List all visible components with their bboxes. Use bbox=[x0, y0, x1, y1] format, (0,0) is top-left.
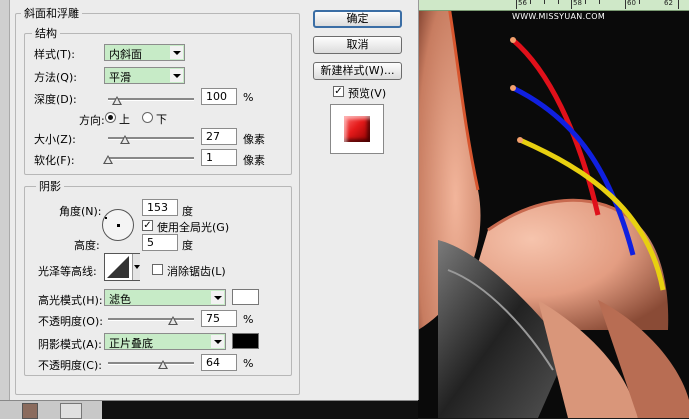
new-style-button[interactable]: 新建样式(W)... bbox=[313, 62, 402, 80]
altitude-unit: 度 bbox=[182, 239, 193, 252]
altitude-input[interactable]: 5 bbox=[142, 234, 178, 251]
style-preview-box bbox=[330, 104, 384, 154]
highlight-color-swatch[interactable] bbox=[232, 289, 259, 305]
watermark: WWW.MISSYUAN.COM bbox=[512, 12, 606, 21]
shadow-opacity-slider-thumb[interactable] bbox=[158, 360, 169, 369]
gloss-contour-label: 光泽等高线: bbox=[38, 265, 97, 278]
angle-label: 角度(N): bbox=[59, 205, 102, 218]
size-unit: 像素 bbox=[243, 133, 265, 146]
depth-label: 深度(D): bbox=[34, 93, 77, 106]
style-dropdown[interactable]: 内斜面 bbox=[104, 44, 185, 61]
ruler-label: 56 bbox=[518, 0, 527, 7]
shadow-color-swatch[interactable] bbox=[232, 333, 259, 349]
global-light-label: 使用全局光(G) bbox=[157, 221, 230, 234]
direction-up-label: 上 bbox=[119, 113, 130, 126]
highlight-opacity-slider-thumb[interactable] bbox=[167, 316, 178, 325]
ruler-label: 62 bbox=[664, 0, 673, 7]
chevron-down-icon bbox=[211, 291, 224, 304]
technique-label: 方法(Q): bbox=[34, 71, 77, 84]
anti-aliased-checkbox[interactable] bbox=[152, 264, 163, 275]
highlight-opacity-unit: % bbox=[243, 313, 254, 326]
contour-preview-icon bbox=[107, 256, 129, 278]
bevel-emboss-title: 斜面和浮雕 bbox=[21, 5, 82, 21]
size-label: 大小(Z): bbox=[34, 133, 76, 146]
technique-value: 平滑 bbox=[109, 71, 131, 84]
highlight-mode-dropdown[interactable]: 滤色 bbox=[104, 289, 226, 306]
ruler-label: 58 bbox=[573, 0, 582, 7]
document-canvas[interactable] bbox=[418, 0, 689, 418]
highlight-opacity-label: 不透明度(O): bbox=[38, 315, 103, 328]
highlight-mode-value: 滤色 bbox=[109, 293, 131, 306]
direction-up-radio[interactable] bbox=[105, 112, 116, 123]
shadow-opacity-input[interactable]: 64 bbox=[201, 354, 237, 371]
depth-slider-thumb[interactable] bbox=[111, 96, 122, 105]
style-preview-swatch bbox=[344, 116, 370, 142]
style-value: 内斜面 bbox=[109, 48, 142, 61]
soften-slider-thumb[interactable] bbox=[103, 155, 113, 164]
ok-button[interactable]: 确定 bbox=[313, 10, 402, 28]
soften-input[interactable]: 1 bbox=[201, 149, 237, 166]
highlight-mode-label: 高光模式(H): bbox=[38, 294, 103, 307]
chevron-down-icon bbox=[170, 69, 183, 82]
bottom-status-bar bbox=[0, 400, 418, 419]
style-label: 样式(T): bbox=[34, 48, 76, 61]
angle-dial-indicator bbox=[105, 217, 107, 219]
global-light-checkbox[interactable]: ✓ bbox=[142, 220, 153, 231]
chevron-down-icon bbox=[132, 254, 140, 280]
robot-artwork bbox=[418, 0, 689, 418]
chevron-down-icon bbox=[211, 335, 224, 348]
ruler-label: 60 bbox=[627, 0, 636, 7]
angle-dial[interactable] bbox=[102, 209, 134, 241]
shadow-opacity-label: 不透明度(C): bbox=[38, 359, 102, 372]
layer-thumbnail bbox=[22, 403, 38, 419]
direction-label: 方向: bbox=[79, 114, 105, 127]
size-slider-thumb[interactable] bbox=[120, 135, 131, 144]
mask-icon bbox=[60, 403, 82, 419]
horizontal-ruler[interactable]: 56 58 60 62 bbox=[418, 0, 689, 11]
shading-title: 阴影 bbox=[36, 178, 64, 194]
depth-unit: % bbox=[243, 91, 254, 104]
canvas-strip bbox=[102, 401, 418, 419]
shadow-opacity-slider-track[interactable] bbox=[108, 362, 194, 365]
shadow-mode-dropdown[interactable]: 正片叠底 bbox=[104, 333, 226, 350]
depth-input[interactable]: 100 bbox=[201, 88, 237, 105]
gloss-contour-picker[interactable] bbox=[104, 253, 140, 281]
chevron-down-icon bbox=[170, 46, 183, 59]
structure-title: 结构 bbox=[32, 25, 60, 41]
shadow-mode-value: 正片叠底 bbox=[109, 337, 153, 350]
altitude-label: 高度: bbox=[74, 239, 100, 252]
style-list-strip[interactable] bbox=[0, 0, 10, 400]
size-input[interactable]: 27 bbox=[201, 128, 237, 145]
soften-label: 软化(F): bbox=[34, 154, 75, 167]
anti-aliased-label: 消除锯齿(L) bbox=[167, 265, 226, 278]
cancel-button[interactable]: 取消 bbox=[313, 36, 402, 54]
soften-slider-track[interactable] bbox=[108, 157, 194, 160]
preview-checkbox[interactable]: ✓ bbox=[333, 86, 344, 97]
shadow-mode-label: 阴影模式(A): bbox=[38, 338, 102, 351]
soften-unit: 像素 bbox=[243, 154, 265, 167]
technique-dropdown[interactable]: 平滑 bbox=[104, 67, 185, 84]
shadow-opacity-unit: % bbox=[243, 357, 254, 370]
direction-down-label: 下 bbox=[156, 113, 167, 126]
highlight-opacity-input[interactable]: 75 bbox=[201, 310, 237, 327]
preview-label: 预览(V) bbox=[348, 87, 387, 100]
angle-unit: 度 bbox=[182, 205, 193, 218]
angle-dial-center bbox=[117, 224, 120, 227]
direction-down-radio[interactable] bbox=[142, 112, 153, 123]
highlight-opacity-slider-track[interactable] bbox=[108, 318, 194, 321]
angle-input[interactable]: 153 bbox=[142, 199, 178, 216]
